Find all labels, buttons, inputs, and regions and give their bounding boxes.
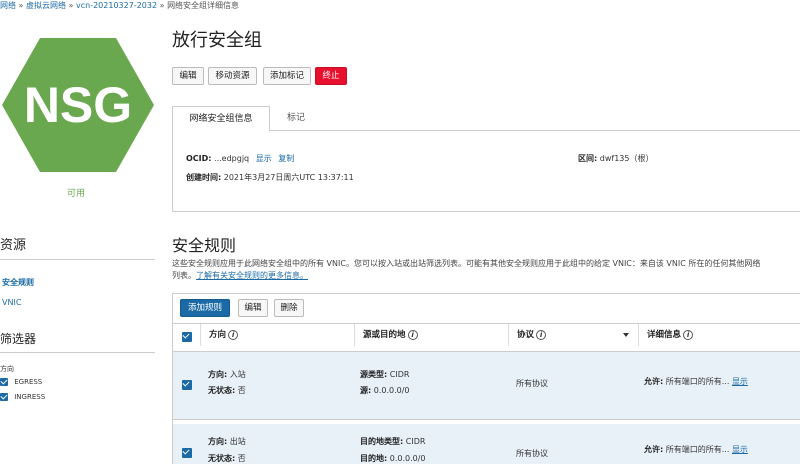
column-protocol-label: 协议 (517, 330, 535, 340)
row-show-link[interactable]: 显示 (732, 445, 748, 454)
sidebar-divider (0, 259, 155, 260)
page-title: 放行安全组 (172, 30, 262, 51)
row-stateless: 无状态: 否 (208, 386, 246, 395)
row-direction: 方向: 出站 (208, 437, 246, 446)
edit-button[interactable]: 编辑 (172, 67, 204, 85)
filters-title: 筛选器 (0, 332, 37, 346)
info-icon[interactable]: i (407, 329, 418, 340)
filters-divider (0, 352, 155, 353)
nsg-icon-text: NSG (24, 77, 132, 133)
created-label: 创建时间: (186, 173, 222, 182)
select-all-checkbox[interactable] (182, 332, 192, 343)
tab-nsg-info[interactable]: 网络安全组信息 (172, 106, 270, 131)
row-protocol: 所有协议 (516, 449, 548, 458)
column-source-dest-label: 源或目的地 (363, 330, 406, 340)
rules-edit-button[interactable]: 编辑 (238, 299, 268, 317)
column-header-details[interactable]: 详细信息 i (638, 324, 800, 346)
region-row: 区间: dwf135（根） (578, 153, 653, 164)
column-direction-label: 方向 (209, 330, 227, 340)
nsg-info-panel: OCID: ...edpgjq 显示 复制 区间: dwf135（根） 创建时间… (172, 130, 800, 212)
row-checkbox[interactable] (182, 380, 192, 391)
learn-more-link[interactable]: 了解有关安全规则的更多信息。 (196, 271, 308, 280)
column-header-protocol[interactable]: 协议 i (508, 324, 638, 346)
breadcrumb: 网络 » 虚拟云网络 » vcn-20210327-2032 » 网络安全组详细… (0, 0, 239, 12)
ocid-row: OCID: ...edpgjq 显示 复制 (186, 153, 294, 164)
row-dest-type: 目的地类型: CIDR (360, 437, 426, 446)
ocid-show-link[interactable]: 显示 (256, 154, 272, 163)
resources-title: 资源 (0, 238, 27, 253)
move-resource-button[interactable]: 移动资源 (208, 67, 257, 85)
column-header-direction[interactable]: 方向 i (200, 324, 354, 346)
add-tag-button[interactable]: 添加标记 (263, 67, 311, 85)
rules-delete-button[interactable]: 删除 (274, 299, 304, 317)
table-row[interactable]: 方向: 入站 无状态: 否 源类型: CIDR 源: 0.0.0.0/0 所有协… (173, 352, 800, 420)
breadcrumb-separator: » (159, 1, 165, 10)
direction-label: 方向 (0, 365, 14, 373)
info-icon[interactable]: i (536, 329, 547, 340)
description-prefix: 列表。 (172, 271, 196, 280)
row-details: 允许: 所有端口的所有... 显示 (644, 445, 748, 454)
row-direction: 方向: 入站 (208, 370, 246, 379)
add-rule-button[interactable]: 添加规则 (180, 299, 230, 317)
sidebar-item-security-rules[interactable]: 安全规则 (2, 277, 34, 288)
filter-ingress-label: INGRESS (14, 393, 46, 401)
nsg-hexagon-icon: NSG (0, 36, 155, 174)
table-row[interactable]: 方向: 出站 无状态: 否 目的地类型: CIDR 目的地: 0.0.0.0/0… (173, 424, 800, 464)
breadcrumb-separator: » (18, 1, 24, 10)
breadcrumb-vcn[interactable]: vcn-20210327-2032 (76, 1, 157, 10)
column-header-source-dest[interactable]: 源或目的地 i (354, 324, 508, 346)
info-icon[interactable]: i (228, 329, 239, 340)
filter-ingress-checkbox[interactable] (0, 393, 8, 401)
ocid-label: OCID: (186, 154, 212, 163)
breadcrumb-network[interactable]: 网络 (0, 1, 16, 10)
sidebar-item-vnic[interactable]: VNIC (2, 298, 21, 307)
row-details: 允许: 所有端口的所有... 显示 (644, 377, 748, 386)
row-source: 源: 0.0.0.0/0 (360, 386, 410, 395)
security-rules-title: 安全规则 (172, 236, 237, 255)
row-show-link[interactable]: 显示 (732, 377, 748, 386)
row-protocol: 所有协议 (516, 379, 548, 388)
ocid-copy-link[interactable]: 复制 (278, 154, 294, 163)
description-line: 这些安全规则应用于此网络安全组中的所有 VNIC。您可以按入站或出站筛选列表。可… (172, 259, 761, 268)
breadcrumb-vcn-list[interactable]: 虚拟云网络 (26, 1, 66, 10)
info-icon[interactable]: i (683, 329, 694, 340)
ocid-value: ...edpgjq (214, 154, 250, 163)
filter-egress-label: EGRESS (14, 378, 43, 386)
tab-tags[interactable]: 标记 (270, 106, 322, 131)
created-row: 创建时间: 2021年3月27日周六UTC 13:37:11 (186, 172, 354, 183)
sort-chevron-down-icon[interactable] (623, 333, 629, 337)
status-badge: 可用 (66, 189, 85, 199)
row-stateless: 无状态: 否 (208, 454, 246, 463)
created-value: 2021年3月27日周六UTC 13:37:11 (223, 173, 354, 182)
filter-ingress[interactable]: INGRESS (0, 393, 45, 401)
row-checkbox[interactable] (182, 448, 192, 459)
breadcrumb-separator: » (68, 1, 74, 10)
security-rules-description: 这些安全规则应用于此网络安全组中的所有 VNIC。您可以按入站或出站筛选列表。可… (172, 258, 800, 282)
region-value: dwf135（根） (599, 154, 654, 163)
row-destination: 目的地: 0.0.0.0/0 (360, 454, 426, 463)
filter-egress[interactable]: EGRESS (0, 378, 42, 386)
region-label: 区间: (578, 154, 598, 163)
filter-egress-checkbox[interactable] (0, 378, 8, 386)
breadcrumb-current: 网络安全组详细信息 (167, 1, 240, 10)
terminate-button[interactable]: 终止 (315, 67, 347, 85)
security-rules-table: 添加规则 编辑 删除 方向 i 源或目的地 i 协议 i 详细信息 i 方向: 入站 无… (172, 293, 800, 464)
row-source-type: 源类型: CIDR (360, 370, 410, 379)
column-details-label: 详细信息 (647, 330, 682, 340)
